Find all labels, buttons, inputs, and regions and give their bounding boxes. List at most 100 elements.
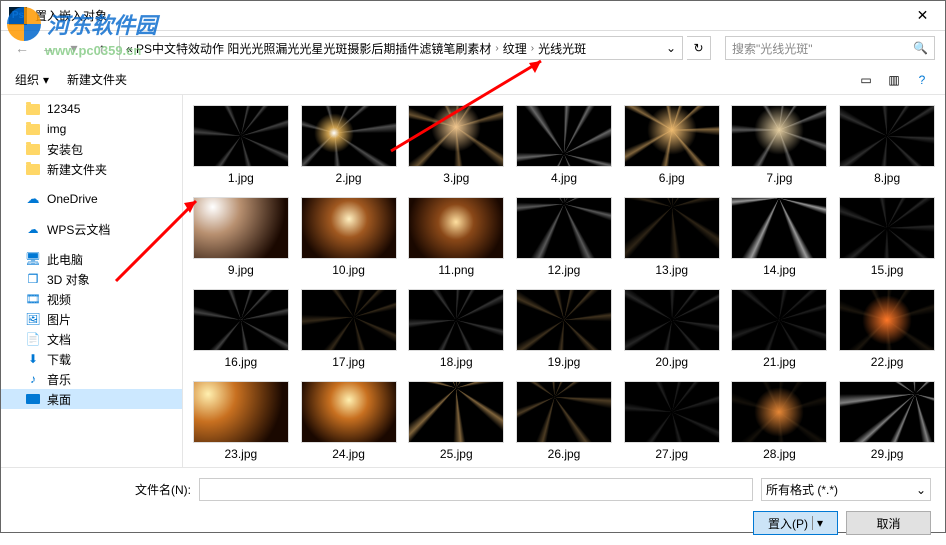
view-mode-button[interactable]: ▭ <box>857 71 875 89</box>
thumbnail-image <box>408 105 504 167</box>
file-thumbnail[interactable]: 15.jpg <box>835 195 939 279</box>
breadcrumb-seg-1[interactable]: 纹理 <box>503 40 527 57</box>
file-thumbnail[interactable]: 3.jpg <box>404 103 508 187</box>
desktop-icon <box>25 392 41 406</box>
file-thumbnail[interactable]: 9.jpg <box>189 195 293 279</box>
sidebar-label: 桌面 <box>47 391 71 408</box>
sidebar-item-folder[interactable]: img <box>1 119 182 139</box>
file-thumbnail[interactable]: 22.jpg <box>835 287 939 371</box>
refresh-button[interactable]: ↻ <box>687 36 711 60</box>
filename-input[interactable] <box>199 478 753 501</box>
breadcrumb-prefix[interactable]: « PS中文特效动作 阳光光照漏光光星光斑摄影后期插件滤镜笔刷素材 <box>126 40 491 57</box>
file-thumbnail[interactable]: 21.jpg <box>728 287 832 371</box>
thumbnail-filename: 2.jpg <box>336 171 362 185</box>
file-thumbnail[interactable]: 23.jpg <box>189 379 293 463</box>
breadcrumb[interactable]: « PS中文特效动作 阳光光照漏光光星光斑摄影后期插件滤镜笔刷素材 › 纹理 ›… <box>119 36 683 60</box>
preview-pane-button[interactable]: ▥ <box>885 71 903 89</box>
thumbnail-image <box>731 105 827 167</box>
file-thumbnail[interactable]: 26.jpg <box>512 379 616 463</box>
file-thumbnail[interactable]: 29.jpg <box>835 379 939 463</box>
organize-label: 组织 <box>15 71 39 88</box>
breadcrumb-seg-2[interactable]: 光线光斑 <box>538 40 586 57</box>
close-button[interactable]: ✕ <box>900 1 945 31</box>
3d-icon: ❒ <box>25 272 41 286</box>
thumbnail-image <box>839 381 935 443</box>
sidebar-item-video[interactable]: 🎞视频 <box>1 289 182 309</box>
thumbnail-filename: 1.jpg <box>228 171 254 185</box>
sidebar-item-thispc[interactable]: 🖥 此电脑 <box>1 249 182 269</box>
file-thumbnail[interactable]: 16.jpg <box>189 287 293 371</box>
thumbnail-filename: 16.jpg <box>225 355 258 369</box>
sidebar-item-desktop[interactable]: 桌面 <box>1 389 182 409</box>
thumbnail-filename: 6.jpg <box>659 171 685 185</box>
sidebar-item-folder[interactable]: 安装包 <box>1 139 182 159</box>
file-thumbnail[interactable]: 12.jpg <box>512 195 616 279</box>
sidebar-label: img <box>47 122 66 136</box>
nav-up-button[interactable]: ↑ <box>91 37 113 59</box>
file-thumbnail[interactable]: 17.jpg <box>297 287 401 371</box>
sidebar-item-pictures[interactable]: 🖼 图片 <box>1 309 182 329</box>
folder-icon <box>25 122 41 136</box>
pictures-icon: 🖼 <box>25 312 41 326</box>
sidebar-label: WPS云文档 <box>47 221 110 238</box>
thumbnail-image <box>408 197 504 259</box>
thumbnail-filename: 24.jpg <box>332 447 365 461</box>
place-button-label: 置入(P) <box>768 515 808 532</box>
organize-menu[interactable]: 组织 ▾ <box>15 71 49 88</box>
thumbnail-image <box>731 289 827 351</box>
file-thumbnail[interactable]: 6.jpg <box>620 103 724 187</box>
chevron-down-icon: ⌄ <box>916 483 926 497</box>
file-thumbnail[interactable]: 27.jpg <box>620 379 724 463</box>
file-thumbnail[interactable]: 11.png <box>404 195 508 279</box>
sidebar-item-onedrive[interactable]: ☁ OneDrive <box>1 189 182 209</box>
sidebar-item-wps[interactable]: ☁ WPS云文档 <box>1 219 182 239</box>
file-thumbnail[interactable]: 18.jpg <box>404 287 508 371</box>
thumbnail-image <box>624 289 720 351</box>
file-thumbnail[interactable]: 19.jpg <box>512 287 616 371</box>
nav-recent-button[interactable]: ▾ <box>63 37 85 59</box>
thumbnail-image <box>408 289 504 351</box>
file-thumbnail[interactable]: 7.jpg <box>728 103 832 187</box>
file-thumbnail[interactable]: 20.jpg <box>620 287 724 371</box>
sidebar-item-downloads[interactable]: ⬇下载 <box>1 349 182 369</box>
file-thumbnail[interactable]: 28.jpg <box>728 379 832 463</box>
thumbnail-image <box>193 381 289 443</box>
chevron-down-icon[interactable]: ⌄ <box>666 41 676 55</box>
thumbnail-image <box>516 105 612 167</box>
thumbnail-image <box>839 289 935 351</box>
nav-back-button[interactable]: ← <box>11 37 33 59</box>
sidebar-label: 图片 <box>47 311 71 328</box>
thumbnail-image <box>301 105 397 167</box>
sidebar-item-docs[interactable]: 📄文档 <box>1 329 182 349</box>
place-button[interactable]: 置入(P) ▾ <box>753 511 838 535</box>
sidebar-item-folder[interactable]: 12345 <box>1 99 182 119</box>
sidebar-label: 安装包 <box>47 141 83 158</box>
filename-label: 文件名(N): <box>135 481 191 498</box>
search-input[interactable]: 搜索"光线光斑" 🔍 <box>725 36 935 60</box>
thumbnail-image <box>193 197 289 259</box>
new-folder-button[interactable]: 新建文件夹 <box>67 71 127 88</box>
sidebar-label: 文档 <box>47 331 71 348</box>
file-thumbnail[interactable]: 4.jpg <box>512 103 616 187</box>
thumbnail-filename: 17.jpg <box>332 355 365 369</box>
file-thumbnail[interactable]: 2.jpg <box>297 103 401 187</box>
file-thumbnail[interactable]: 10.jpg <box>297 195 401 279</box>
file-thumbnail[interactable]: 13.jpg <box>620 195 724 279</box>
file-thumbnail[interactable]: 24.jpg <box>297 379 401 463</box>
sidebar-item-folder[interactable]: 新建文件夹 <box>1 159 182 179</box>
window-title: 置入嵌入对象 <box>35 7 900 24</box>
sidebar-item-music[interactable]: ♪音乐 <box>1 369 182 389</box>
file-thumbnail[interactable]: 1.jpg <box>189 103 293 187</box>
file-grid[interactable]: 1.jpg 2.jpg 3.jpg4.jpg 6.jpg 7.jpg8.jpg 9.jpg… <box>183 95 945 467</box>
thumbnail-filename: 27.jpg <box>655 447 688 461</box>
thumbnail-filename: 10.jpg <box>332 263 365 277</box>
file-thumbnail[interactable]: 25.jpg <box>404 379 508 463</box>
sidebar-item-3d[interactable]: ❒3D 对象 <box>1 269 182 289</box>
cancel-button[interactable]: 取消 <box>846 511 931 535</box>
nav-forward-button: → <box>37 37 59 59</box>
file-thumbnail[interactable]: 8.jpg <box>835 103 939 187</box>
file-thumbnail[interactable]: 14.jpg <box>728 195 832 279</box>
thumbnail-image <box>193 105 289 167</box>
filetype-select[interactable]: 所有格式 (*.*) ⌄ <box>761 478 931 501</box>
help-button[interactable]: ? <box>913 71 931 89</box>
